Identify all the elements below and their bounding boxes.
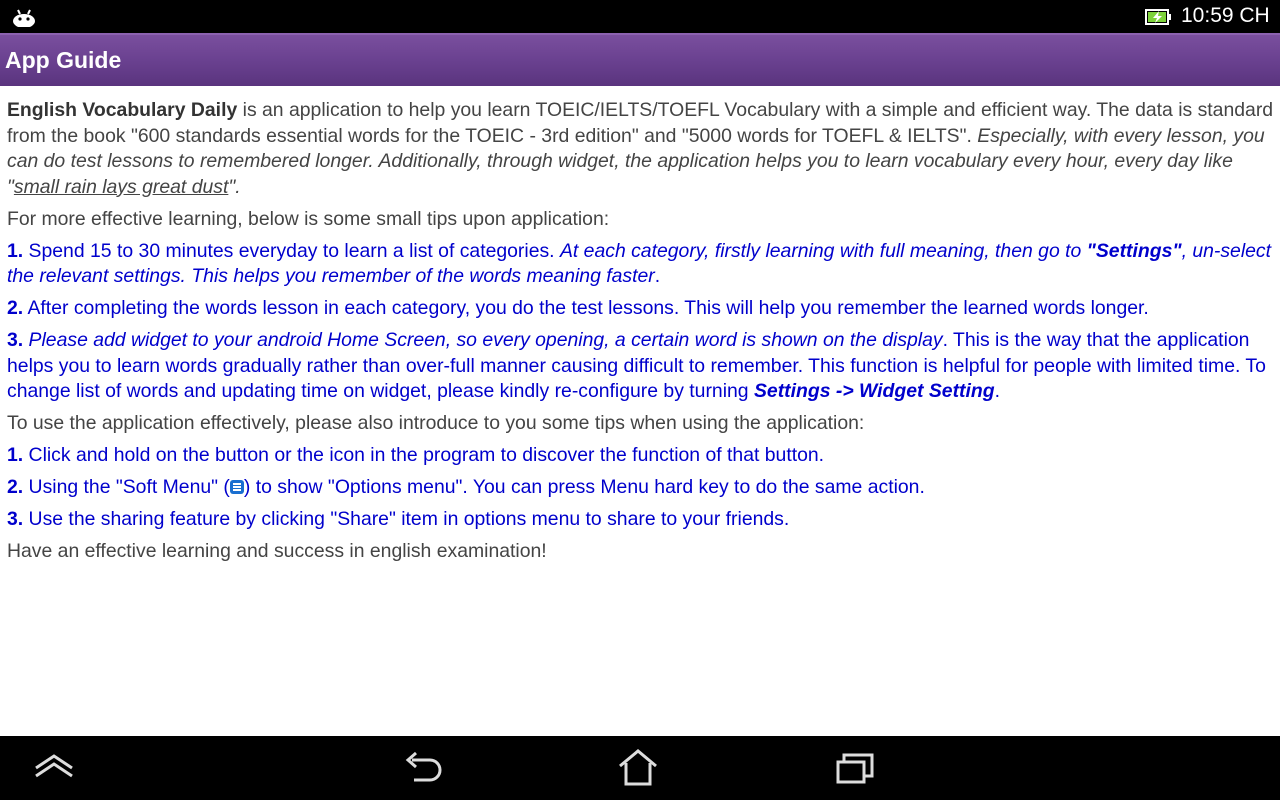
- back-icon[interactable]: [400, 748, 444, 788]
- android-icon: [13, 9, 35, 27]
- app-name: English Vocabulary Daily: [7, 99, 238, 121]
- guide-content: English Vocabulary Daily is an applicati…: [7, 98, 1275, 728]
- tip-number: 3.: [7, 329, 24, 351]
- tip-number: 1.: [7, 239, 24, 262]
- usage-text: Use the sharing feature by clicking "Sha…: [23, 508, 790, 530]
- tips-heading: For more effective learning, below is so…: [7, 207, 610, 230]
- tip-item-1: 1. Spend 15 to 30 minutes everyday to le…: [7, 239, 1275, 290]
- closing-text: Have an effective learning and success i…: [7, 540, 547, 562]
- tip-text: After completing the words lesson in eac…: [23, 297, 1149, 319]
- intro-italic-end: ".: [228, 175, 241, 198]
- tip-end: .: [654, 265, 661, 287]
- usage-text: Using the "Soft Menu" (: [23, 476, 230, 498]
- settings-reference: "Settings": [1086, 239, 1182, 262]
- tip-italic: Please add widget to your android Home S…: [23, 329, 943, 351]
- intro-paragraph: English Vocabulary Daily is an applicati…: [7, 98, 1275, 200]
- usage-item-3: 3. Use the sharing feature by clicking "…: [7, 507, 1275, 533]
- page-title: App Guide: [5, 47, 122, 73]
- tip-text: Spend 15 to 30 minutes everyday to learn…: [23, 239, 560, 262]
- usage-number: 1.: [7, 444, 24, 466]
- status-bar: 10:59 CH: [0, 0, 1280, 33]
- battery-charging-icon: [1145, 9, 1171, 25]
- proverb-text: small rain lays great dust: [13, 175, 229, 198]
- usage-item-2: 2. Using the "Soft Menu" ( ) to show "Opt…: [7, 475, 1275, 501]
- home-icon[interactable]: [616, 748, 660, 788]
- tip-number: 2.: [7, 297, 24, 319]
- usage-text-2: ) to show "Options menu". You can press …: [243, 476, 925, 498]
- tip-end: .: [994, 380, 1000, 402]
- usage-text: Click and hold on the button or the icon…: [23, 444, 825, 466]
- usage-number: 2.: [7, 476, 24, 498]
- action-bar: App Guide: [0, 33, 1280, 86]
- status-clock: 10:59 CH: [1181, 4, 1270, 27]
- tip-item-3: 3. Please add widget to your android Hom…: [7, 328, 1275, 405]
- tip-item-2: 2. After completing the words lesson in …: [7, 296, 1275, 322]
- widget-setting-reference: Settings -> Widget Setting: [753, 380, 995, 402]
- tip-italic: At each category, firstly learning with …: [559, 239, 1087, 262]
- soft-menu-icon: [229, 480, 244, 494]
- recent-apps-icon[interactable]: [834, 748, 878, 788]
- usage-heading: To use the application effectively, plea…: [7, 412, 865, 434]
- collapse-up-icon[interactable]: [32, 748, 76, 788]
- usage-number: 3.: [7, 508, 24, 530]
- navigation-bar: [0, 736, 1280, 800]
- usage-item-1: 1. Click and hold on the button or the i…: [7, 443, 1275, 469]
